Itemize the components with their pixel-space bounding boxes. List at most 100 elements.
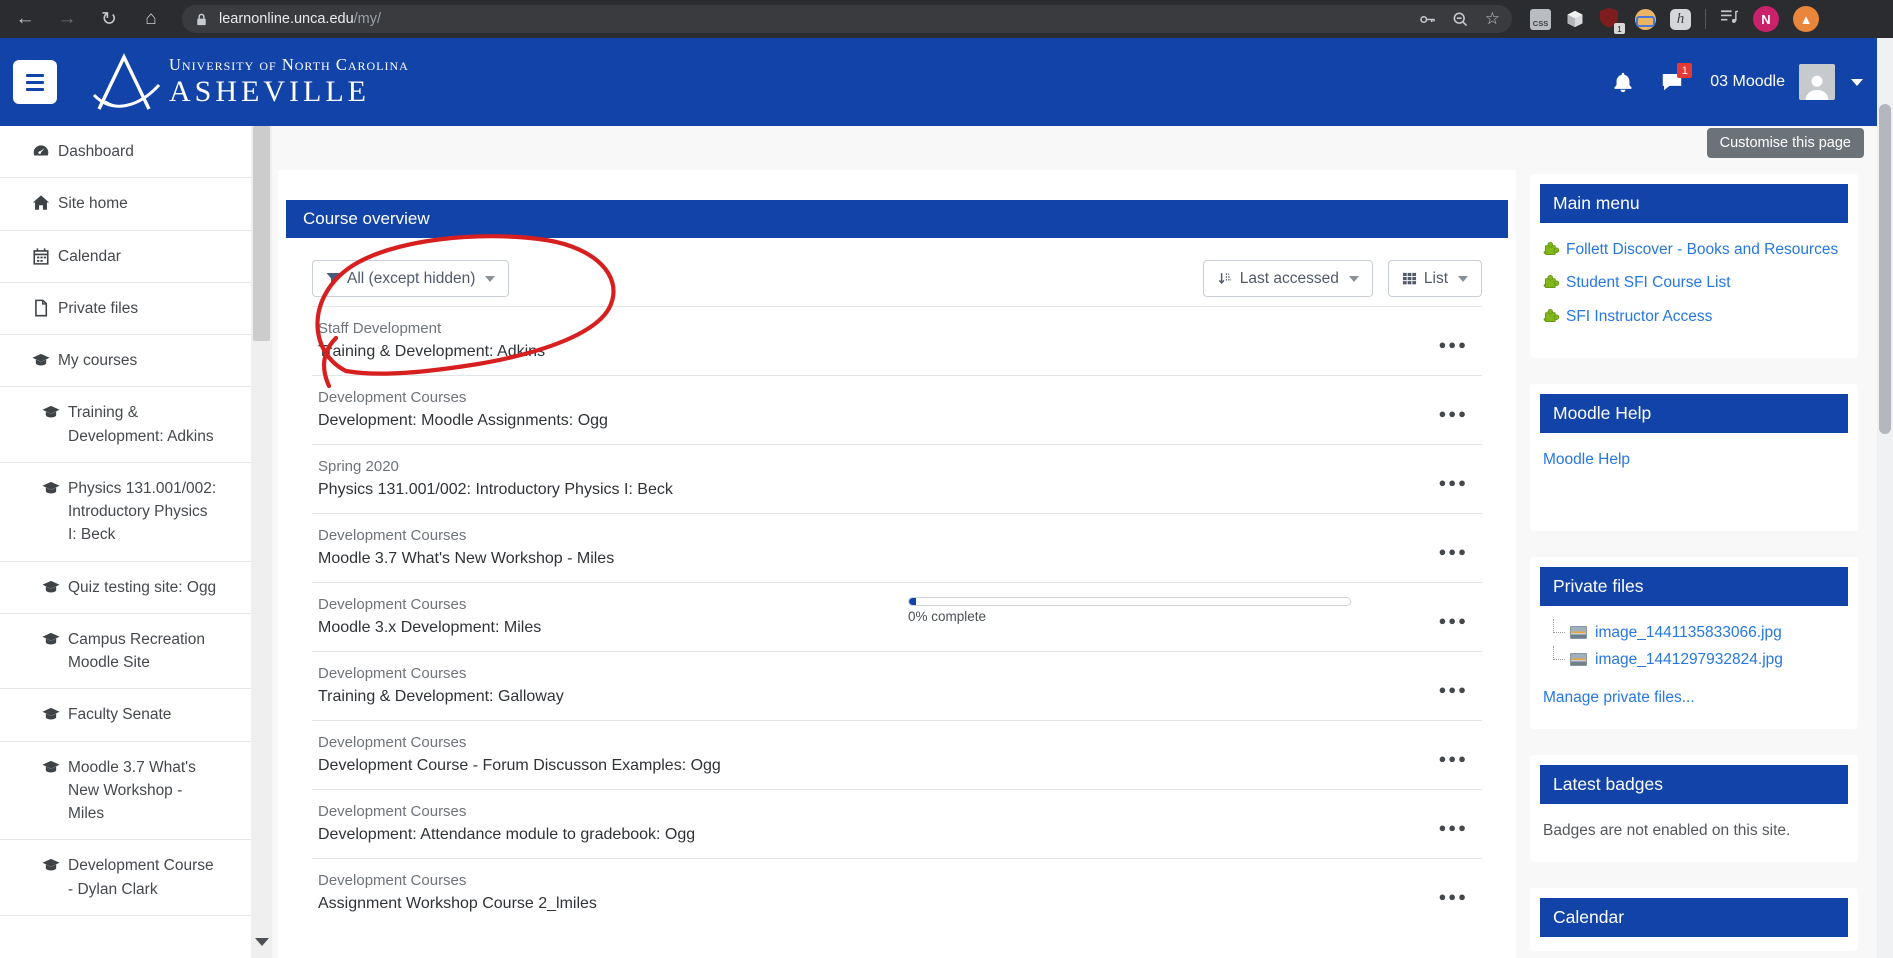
css-extension-icon[interactable]: CSS [1530,9,1551,30]
divider [1705,9,1706,29]
course-link[interactable]: Development Course - Forum Discusson Exa… [318,757,1476,775]
sidebar-item-my-courses[interactable]: My courses [0,335,251,387]
logo-campus-line: ASHEVILLE [169,75,409,109]
course-list: Staff DevelopmentTraining & Development:… [312,306,1482,927]
course-link[interactable]: Physics 131.001/002: Introductory Physic… [318,481,1476,499]
sort-icon [1217,271,1233,286]
forward-icon[interactable]: → [50,4,84,34]
display-dropdown[interactable]: List [1388,260,1482,297]
sort-dropdown[interactable]: Last accessed [1203,260,1373,297]
sidebar-scrollbar[interactable] [251,126,272,958]
course-menu-icon[interactable]: ●●● [1438,475,1468,490]
puzzle-icon [1543,240,1560,264]
home-icon[interactable]: ⌂ [134,4,168,34]
file-icon [32,299,50,317]
course-menu-icon[interactable]: ●●● [1438,682,1468,697]
customise-page-button[interactable]: Customise this page [1707,128,1864,158]
private-files-block: Private files image_1441135833066.jpg im… [1530,557,1858,729]
course-link[interactable]: Moodle 3.7 What's New Workshop - Miles [318,550,1476,568]
course-link[interactable]: Assignment Workshop Course 2_lmiles [318,895,1476,913]
course-menu-icon[interactable]: ●●● [1438,820,1468,835]
page-scrollbar[interactable] [1877,38,1893,958]
address-bar[interactable]: learnonline.unca.edu/my/ ☆ [182,5,1512,33]
graduation-cap-icon [42,758,60,776]
graduation-cap-icon [32,351,50,369]
graduation-cap-icon [42,705,60,723]
main-menu-link[interactable]: SFI Instructor Access [1543,305,1845,331]
course-row: Development CoursesDevelopment: Attendan… [312,789,1482,858]
avatar[interactable] [1799,64,1835,100]
sidebar-item-private-files[interactable]: Private files [0,283,251,335]
notifications-bell-icon[interactable] [1612,71,1634,93]
sidebar-item-dashboard[interactable]: Dashboard [0,126,251,178]
block-title: Latest badges [1540,765,1848,804]
sidebar-item-course[interactable]: Development Course - Dylan Clark [0,840,251,916]
unca-logo[interactable]: University of North Carolina ASHEVILLE [91,51,409,113]
sidebar-item-calendar[interactable]: Calendar [0,231,251,283]
ublock-badge: 1 [1614,23,1625,34]
main-menu-link[interactable]: Student SFI Course List [1543,271,1845,297]
bookmark-star-icon[interactable]: ☆ [1485,9,1500,29]
reload-icon[interactable]: ↻ [92,4,126,34]
sidebar-item-course[interactable]: Campus Recreation Moodle Site [0,614,251,690]
sidebar-scrollbar-thumb[interactable] [253,126,270,341]
sidebar-item-course[interactable]: Moodle 3.7 What's New Workshop - Miles [0,742,251,841]
course-filter-dropdown[interactable]: All (except hidden) [312,260,509,297]
hamburger-menu-button[interactable] [13,60,57,104]
course-link[interactable]: Development: Attendance module to gradeb… [318,826,1476,844]
course-row: Development CoursesDevelopment Course - … [312,720,1482,789]
puzzle-icon [1543,307,1560,331]
chevron-down-icon [1458,276,1468,282]
course-menu-icon[interactable]: ●●● [1438,751,1468,766]
secondary-profile-avatar[interactable]: ▲ [1793,6,1819,32]
ublock-extension-icon[interactable]: 1 [1599,7,1621,31]
sidebar-item-course[interactable]: Quiz testing site: Ogg [0,562,251,614]
block-title: Private files [1540,567,1848,606]
sidebar-item-course[interactable]: Faculty Senate [0,689,251,741]
sidebar-item-course[interactable]: Training & Development: Adkins [0,387,251,463]
course-menu-icon[interactable]: ●●● [1438,406,1468,421]
main-menu-link[interactable]: Follett Discover - Books and Resources [1543,238,1845,264]
puzzle-icon [1543,273,1560,297]
progress-label: 0% complete [908,609,1351,624]
messages-badge: 1 [1677,63,1692,78]
nav-drawer: Dashboard Site home Calendar Private fil… [0,126,251,958]
graduation-cap-icon [42,479,60,497]
private-file[interactable]: image_1441135833066.jpg [1553,621,1845,644]
private-file[interactable]: image_1441297932824.jpg [1553,648,1845,671]
playlist-icon[interactable] [1720,8,1739,30]
main-menu-block: Main menu Follett Discover - Books and R… [1530,174,1858,358]
image-thumbnail-icon [1570,626,1587,639]
image-thumbnail-icon [1570,653,1587,666]
browser-profile-avatar[interactable]: N [1753,6,1779,32]
page-scrollbar-thumb[interactable] [1879,104,1891,434]
course-menu-icon[interactable]: ●●● [1438,889,1468,904]
course-link[interactable]: Training & Development: Galloway [318,688,1476,706]
back-icon[interactable]: ← [8,4,42,34]
course-row: Development CoursesMoodle 3.x Developmen… [312,582,1482,651]
sidebar-item-course[interactable]: Physics 131.001/002: Introductory Physic… [0,463,251,562]
honey-extension-icon[interactable]: h [1670,9,1691,30]
course-menu-icon[interactable]: ●●● [1438,337,1468,352]
course-menu-icon[interactable]: ●●● [1438,544,1468,559]
moodle-help-link[interactable]: Moodle Help [1543,451,1630,468]
face-extension-icon[interactable] [1635,9,1656,30]
user-menu-caret-icon[interactable] [1851,79,1863,86]
password-key-icon[interactable] [1419,11,1436,28]
blocks-column: Main menu Follett Discover - Books and R… [1530,174,1858,958]
sidebar-scroll-down-icon[interactable] [255,938,269,946]
sidebar-item-site-home[interactable]: Site home [0,178,251,230]
zoom-out-icon[interactable] [1452,11,1469,28]
messages-icon[interactable]: 1 [1660,71,1684,93]
url-host: learnonline.unca.edu [219,11,354,27]
course-progress: 0% complete [908,597,1351,624]
cube-extension-icon[interactable] [1565,9,1585,29]
user-name: 03 Moodle [1710,73,1785,91]
manage-private-files-link[interactable]: Manage private files... [1543,689,1695,706]
course-row: Development CoursesTraining & Developmen… [312,651,1482,720]
chevron-down-icon [485,276,495,282]
course-overview-title: Course overview [286,200,1508,238]
course-link[interactable]: Training & Development: Adkins [318,343,1476,361]
course-link[interactable]: Development: Moodle Assignments: Ogg [318,412,1476,430]
course-menu-icon[interactable]: ●●● [1438,613,1468,628]
